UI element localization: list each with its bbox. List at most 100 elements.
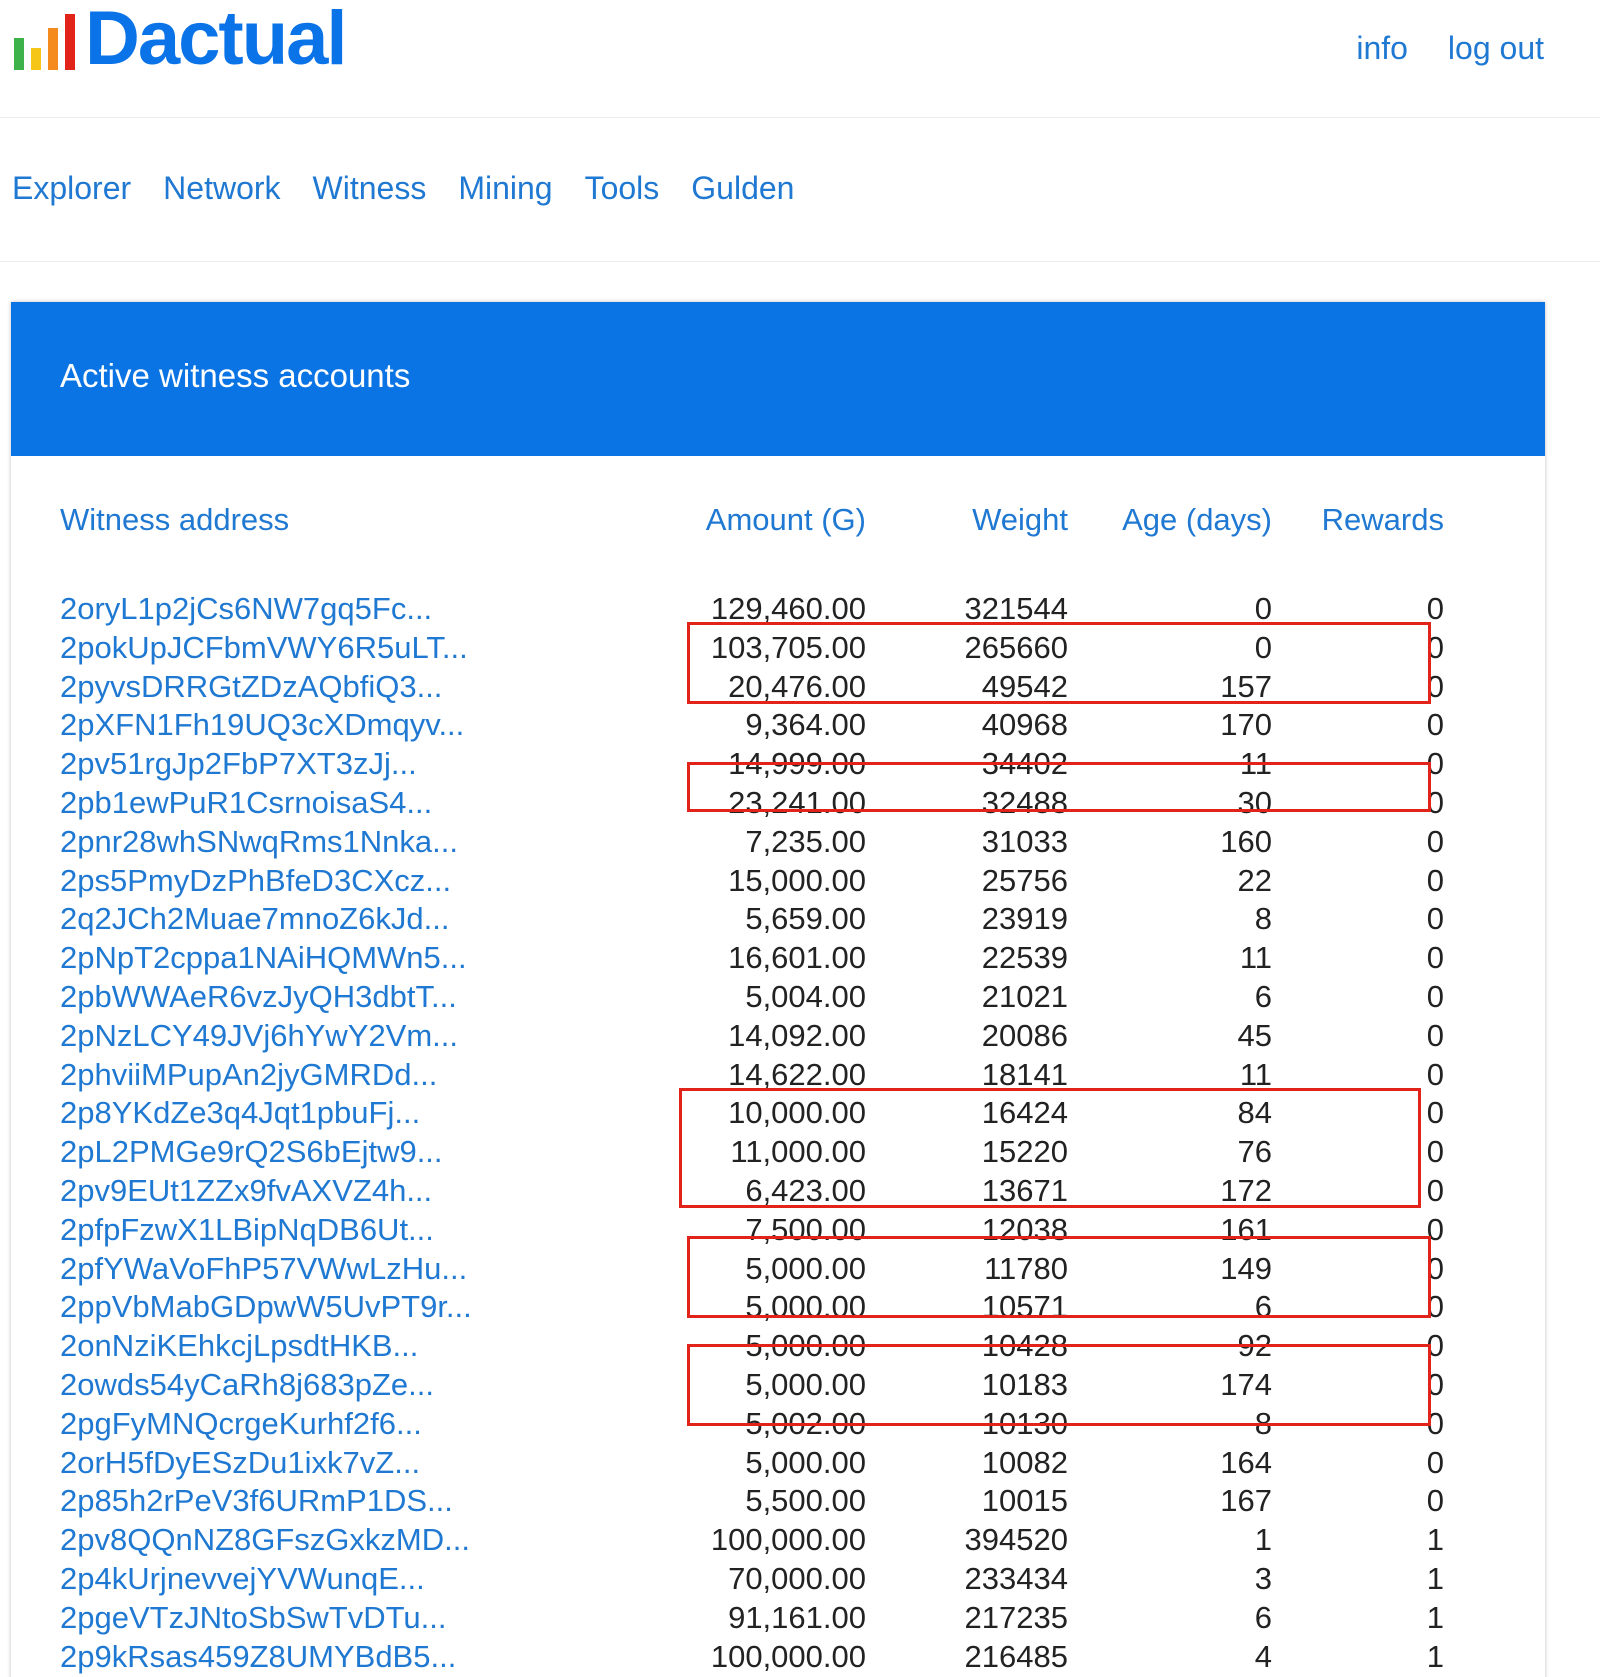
row-age: 1 [1254,1522,1272,1558]
logout-link[interactable]: log out [1448,30,1544,67]
row-address-cell: 2pnr28whSNwqRms1Nnka... [60,823,660,862]
row-age: 92 [1237,1328,1272,1364]
row-address-cell: 2pbWWAeR6vzJyQH3dbtT... [60,978,660,1017]
witness-address-link[interactable]: 2pgeVTzJNtoSbSwTvDTu... [60,1600,447,1635]
logo-text: Dactual [85,0,348,81]
witness-address-link[interactable]: 2onNziKEhkcjLpsdtHKB... [60,1328,418,1363]
row-age: 4 [1254,1638,1272,1674]
witness-address-link[interactable]: 2pfpFzwX1LBipNqDB6Ut... [60,1212,434,1247]
nav-network[interactable]: Network [163,170,280,207]
witness-address-link[interactable]: 2pokUpJCFbmVWY6R5uLT... [60,630,468,665]
row-rewards: 1 [1426,1638,1444,1674]
witness-address-link[interactable]: 2pXFN1Fh19UQ3cXDmqyv... [60,707,464,742]
witness-address-link[interactable]: 2pfYWaVoFhP57VWwLzHu... [60,1251,467,1286]
witness-address-link[interactable]: 2ps5PmyDzPhBfeD3CXcz... [60,863,451,898]
row-rewards: 0 [1426,1289,1444,1325]
row-amount: 5,004.00 [745,978,866,1014]
row-amount: 70,000.00 [728,1560,866,1596]
row-age: 11 [1239,940,1272,976]
witness-address-link[interactable]: 2oryL1p2jCs6NW7gq5Fc... [60,591,432,626]
row-rewards: 0 [1426,591,1444,626]
witness-address-link[interactable]: 2pnr28whSNwqRms1Nnka... [60,824,458,859]
row-amount: 7,235.00 [745,823,866,859]
row-age: 8 [1254,901,1272,937]
table-row: 2pNzLCY49JVj6hYwY2Vm... 14,092.00 20086 45 0 [60,1017,1444,1056]
col-rewards[interactable]: Rewards [1272,502,1444,558]
row-amount: 5,000.00 [745,1250,866,1286]
table-row: 2p4kUrjnevvejYVWunqE... 70,000.00 233434 3 1 [60,1560,1444,1599]
row-age: 161 [1220,1211,1272,1247]
row-age: 174 [1220,1366,1272,1402]
witness-address-link[interactable]: 2phviiMPupAn2jyGMRDd... [60,1057,437,1092]
row-weight: 16424 [981,1095,1068,1131]
info-link[interactable]: info [1356,30,1408,67]
nav-tools[interactable]: Tools [585,170,660,207]
row-weight: 21021 [981,978,1068,1014]
row-address-cell: 2q2JCh2Muae7mnoZ6kJd... [60,900,660,939]
table-row: 2pNpT2cppa1NAiHQMWn5... 16,601.00 22539 11 0 [60,939,1444,978]
witness-address-link[interactable]: 2pb1ewPuR1CsrnoisaS4... [60,785,432,820]
nav-explorer[interactable]: Explorer [12,170,131,207]
row-weight: 10183 [981,1366,1068,1402]
nav-list: Explorer Network Witness Mining Tools Gu… [12,170,794,207]
col-age[interactable]: Age (days) [1068,502,1272,558]
row-age: 11 [1239,746,1272,782]
row-age: 149 [1220,1250,1272,1286]
witness-address-link[interactable]: 2owds54yCaRh8j683pZe... [60,1367,434,1402]
nav-gulden[interactable]: Gulden [691,170,794,207]
row-rewards: 0 [1426,1250,1444,1286]
row-address-cell: 2p9kRsas459Z8UMYBdB5... [60,1638,660,1677]
witness-address-link[interactable]: 2p85h2rPeV3f6URmP1DS... [60,1483,453,1518]
row-address-cell: 2owds54yCaRh8j683pZe... [60,1366,660,1405]
witness-address-link[interactable]: 2q2JCh2Muae7mnoZ6kJd... [60,901,449,936]
table-row: 2orH5fDyESzDu1ixk7vZ... 5,000.00 10082 164 0 [60,1444,1444,1483]
table-row: 2pXFN1Fh19UQ3cXDmqyv... 9,364.00 40968 170 0 [60,706,1444,745]
witness-address-link[interactable]: 2pv8QQnNZ8GFszGxkzMD... [60,1522,470,1557]
table-header-row: Witness address Amount (G) Weight Age (d… [60,502,1444,558]
row-weight: 31033 [981,823,1068,859]
col-witness-address[interactable]: Witness address [60,502,660,558]
row-amount: 5,500.00 [745,1483,866,1519]
row-rewards: 0 [1426,746,1444,782]
table-row: 2q2JCh2Muae7mnoZ6kJd... 5,659.00 23919 8 0 [60,900,1444,939]
witness-address-link[interactable]: 2pbWWAeR6vzJyQH3dbtT... [60,979,457,1014]
row-amount: 9,364.00 [745,707,866,743]
witness-address-link[interactable]: 2p8YKdZe3q4Jqt1pbuFj... [60,1095,420,1130]
row-address-cell: 2pL2PMGe9rQ2S6bEjtw9... [60,1133,660,1172]
row-amount: 14,092.00 [728,1017,866,1053]
row-weight: 40968 [981,707,1068,743]
row-age: 6 [1254,978,1272,1014]
row-amount: 7,500.00 [745,1211,866,1247]
witness-address-link[interactable]: 2pNzLCY49JVj6hYwY2Vm... [60,1018,458,1053]
row-age: 167 [1220,1483,1272,1519]
row-rewards: 0 [1426,1405,1444,1441]
witness-address-link[interactable]: 2pgFyMNQcrgeKurhf2f6... [60,1406,422,1441]
row-rewards: 0 [1426,940,1444,976]
witness-address-link[interactable]: 2pv51rgJp2FbP7XT3zJj... [60,746,417,781]
table-row: 2pbWWAeR6vzJyQH3dbtT... 5,004.00 21021 6 0 [60,978,1444,1017]
table-row: 2owds54yCaRh8j683pZe... 5,000.00 10183 174 0 [60,1366,1444,1405]
row-address-cell: 2pNpT2cppa1NAiHQMWn5... [60,939,660,978]
row-weight: 32488 [981,784,1068,820]
nav-mining[interactable]: Mining [458,170,552,207]
row-age: 172 [1220,1172,1272,1208]
witness-address-link[interactable]: 2pyvsDRRGtZDzAQbfiQ3... [60,669,442,704]
row-age: 0 [1254,591,1272,626]
witness-address-link[interactable]: 2p9kRsas459Z8UMYBdB5... [60,1639,456,1674]
row-age: 11 [1239,1056,1272,1092]
nav-witness[interactable]: Witness [313,170,427,207]
table-row: 2pokUpJCFbmVWY6R5uLT... 103,705.00 265660 0… [60,629,1444,668]
witness-address-link[interactable]: 2pL2PMGe9rQ2S6bEjtw9... [60,1134,443,1169]
col-amount[interactable]: Amount (G) [660,502,866,558]
witness-address-link[interactable]: 2pNpT2cppa1NAiHQMWn5... [60,940,467,975]
witness-address-link[interactable]: 2orH5fDyESzDu1ixk7vZ... [60,1445,420,1480]
row-age: 3 [1254,1560,1272,1596]
witness-address-link[interactable]: 2ppVbMabGDpwW5UvPT9r... [60,1289,472,1324]
dactual-logo[interactable]: Dactual [14,0,348,81]
row-weight: 25756 [981,862,1068,898]
witness-address-link[interactable]: 2p4kUrjnevvejYVWunqE... [60,1561,425,1596]
row-weight: 10428 [981,1328,1068,1364]
witness-address-link[interactable]: 2pv9EUt1ZZx9fvAXVZ4h... [60,1173,432,1208]
row-age: 22 [1237,862,1272,898]
col-weight[interactable]: Weight [866,502,1068,558]
